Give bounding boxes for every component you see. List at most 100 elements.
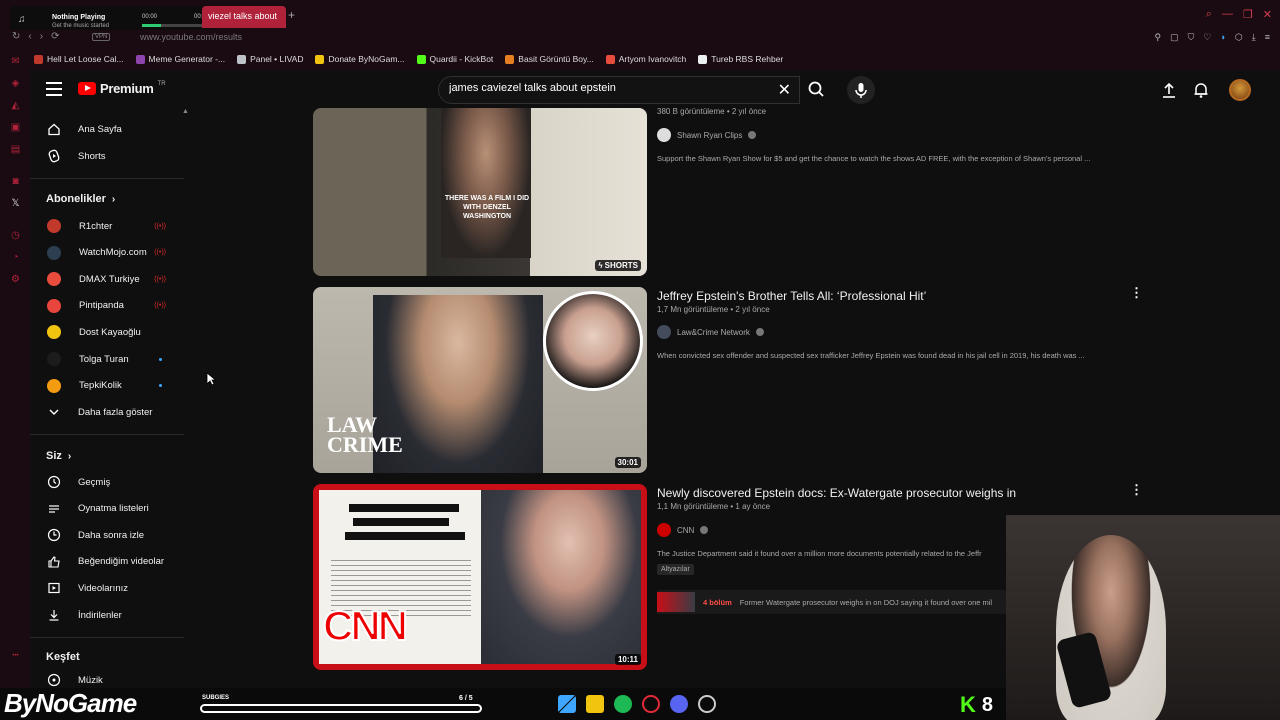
explore-header: Keşfet [46,651,80,663]
more-options-icon[interactable]: ⋮ [1130,482,1143,498]
media-progress[interactable] [142,24,206,27]
voice-search-button[interactable] [847,76,875,104]
sidebar-item-shorts[interactable]: Shorts [46,146,186,166]
sidebar-channel[interactable]: TepkiKolik [46,376,186,396]
refresh-icon[interactable]: ⟳ [51,31,59,42]
sidebar-channel[interactable]: Pintipanda ((•)) [46,296,186,316]
live-indicator-icon: ((•)) [154,249,166,257]
sidebar-item-music[interactable]: Müzik [46,670,186,690]
hamburger-menu-icon[interactable] [46,82,62,96]
sidebar-scroll-up-icon[interactable]: ▲ [182,108,189,115]
bookmark-item[interactable]: Basit Görüntü Boy... [505,54,594,64]
more-icon[interactable]: ••• [10,651,21,662]
extensions-icon[interactable]: ⬡ [1235,32,1243,43]
back-icon[interactable]: ‹ [28,31,31,42]
player-icon[interactable]: ▤ [10,144,21,155]
bookmark-item[interactable]: Tureb RBS Rehber [698,54,783,64]
subscriptions-header[interactable]: Abonelikler › [46,193,115,205]
you-header[interactable]: Siz › [46,450,71,462]
sound-icon[interactable]: ◗ [1220,32,1225,43]
bookmark-item[interactable]: Donate ByNoGam... [315,54,405,64]
app-icon[interactable]: ◈ [10,78,21,89]
live-indicator-icon: ((•)) [154,222,166,230]
file-explorer-icon[interactable] [586,695,604,713]
sidebar-item-you[interactable]: İndirilenler [46,605,186,625]
sidebar-channel[interactable]: Dost Kayaoğlu [46,322,186,342]
url-field[interactable]: www.youtube.com/results [140,32,242,42]
x-icon[interactable]: 𝕏 [10,198,21,209]
result-thumbnail[interactable]: LAW CRIME 30:01 [313,287,647,473]
instagram-icon[interactable]: ◙ [10,176,21,187]
chat-icon[interactable]: ▣ [10,122,21,133]
heart-icon[interactable]: ♡ [1203,32,1211,43]
notifications-icon[interactable] [1192,81,1210,104]
downloads-icon[interactable]: ⤓ [1252,32,1256,43]
captions-tag: Altyazılar [657,564,694,575]
bookmark-item[interactable]: Artyom Ivanovitch [605,54,686,64]
history-icon[interactable]: ◷ [10,230,21,241]
windows-start-icon[interactable] [558,695,576,713]
menu-icon[interactable]: ≡ [1265,32,1270,43]
bookmark-item[interactable]: Meme Generator -... [135,54,225,64]
show-more-button[interactable]: Daha fazla göster [46,402,186,422]
result-channel[interactable]: CNN [657,523,709,537]
result-thumbnail[interactable]: THERE WAS A FILM I DID WITH DENZEL WASHI… [313,108,647,276]
result-thumbnail[interactable]: CNN 10:11 [313,484,647,670]
sidebar-channel[interactable]: Tolga Turan [46,349,186,369]
youtube-logo[interactable]: Premium TR [78,81,166,96]
search-box: ✕ [438,76,800,104]
restore-icon[interactable]: ❐ [1243,8,1253,21]
channel-name: DMAX Turkiye [79,273,140,285]
sidebar-item-you[interactable]: Videolarınız [46,578,186,598]
opera-icon[interactable] [642,695,660,713]
minimize-icon[interactable]: — [1222,8,1233,21]
vpn-badge[interactable]: VPN [92,33,111,41]
clear-search-icon[interactable]: ✕ [778,80,791,100]
chapters-strip[interactable]: 4 bölüm Former Watergate prosecutor weig… [657,590,1006,614]
speed-icon[interactable]: ◔ [10,252,21,263]
result-title[interactable]: Jeffrey Epstein's Brother Tells All: ‘Pr… [657,289,926,303]
sidebar-divider [30,178,184,179]
search-button[interactable] [800,76,834,104]
bookmark-item[interactable]: Panel • LIVAD [237,54,303,64]
result-channel[interactable]: Shawn Ryan Clips [657,128,757,142]
snapshot-icon[interactable]: ▢ [1170,32,1179,43]
search-input[interactable] [449,82,769,94]
sidebar-item-you[interactable]: Beğendiğim videolar [46,552,186,572]
sidebar-item-home[interactable]: Ana Sayfa [46,119,186,139]
result-title[interactable]: Newly discovered Epstein docs: Ex-Waterg… [657,486,1016,500]
sidebar-item-label: Videolarınız [78,582,128,594]
shield-icon[interactable]: ⛉ [1188,32,1195,43]
result-channel[interactable]: Law&Crime Network [657,325,764,339]
bag-icon[interactable]: ◭ [10,100,21,111]
sidebar-channel[interactable]: DMAX Turkiye ((•)) [46,269,186,289]
close-icon[interactable]: ✕ [1263,8,1272,21]
new-tab-button[interactable]: + [288,8,295,22]
settings-icon[interactable]: ⚙ [10,274,21,285]
sidebar-item-you[interactable]: Geçmiş [46,472,186,492]
bookmark-item[interactable]: Quardii - KickBot [416,54,493,64]
upload-icon[interactable] [1160,81,1178,104]
sidebar-item-label: İndirilenler [78,609,122,621]
channel-avatar [47,298,61,313]
search-icon[interactable]: ⌕ [1206,8,1212,21]
sidebar-channel[interactable]: WatchMojo.com ((•)) [46,243,186,263]
spotify-icon[interactable] [614,695,632,713]
more-options-icon[interactable]: ⋮ [1130,285,1143,301]
bookmark-item[interactable]: Hell Let Loose Cal... [34,54,124,64]
media-player-widget[interactable]: ♫ Nothing Playing Get the music started … [10,6,210,32]
sidebar-channel[interactable]: R1chter ((•)) [46,216,186,236]
account-avatar[interactable] [1229,79,1251,101]
sidebar-item-you[interactable]: Daha sonra izle [46,525,186,545]
forward-icon[interactable]: › [40,31,43,42]
channel-name: CNN [677,525,695,535]
pin-icon[interactable]: ⚲ [1155,32,1162,43]
messenger-icon[interactable]: ✉ [10,56,21,67]
browser-tab-active[interactable]: viezel talks about [202,6,286,28]
settings-app-icon[interactable] [698,695,716,713]
sidebar-item-you[interactable]: Oynatma listeleri [46,499,186,519]
reload-icon[interactable]: ↻ [12,31,20,42]
video-duration: 30:01 [614,457,641,468]
channel-name: Shawn Ryan Clips [677,130,743,140]
discord-icon[interactable] [670,695,688,713]
